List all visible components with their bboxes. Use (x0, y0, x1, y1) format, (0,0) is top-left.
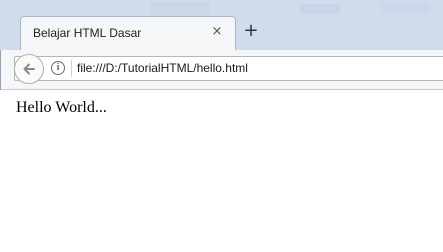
new-tab-button[interactable]: + (242, 21, 260, 41)
titlebar-background-blur (150, 2, 210, 16)
titlebar-background-blur (380, 2, 430, 14)
close-icon[interactable]: × (209, 24, 225, 40)
page-content: Hello World... (0, 90, 443, 252)
site-info-icon[interactable]: i (51, 61, 65, 75)
page-body-text: Hello World... (16, 99, 107, 116)
back-button[interactable] (14, 54, 44, 84)
url-input[interactable]: file:///D:/TutorialHTML/hello.html (77, 61, 248, 75)
tab-title: Belajar HTML Dasar (33, 26, 142, 40)
address-bar-divider (71, 60, 72, 77)
back-arrow-icon (23, 63, 35, 75)
browser-tab[interactable]: Belajar HTML Dasar × (20, 16, 236, 50)
titlebar-background-blur (300, 4, 340, 14)
